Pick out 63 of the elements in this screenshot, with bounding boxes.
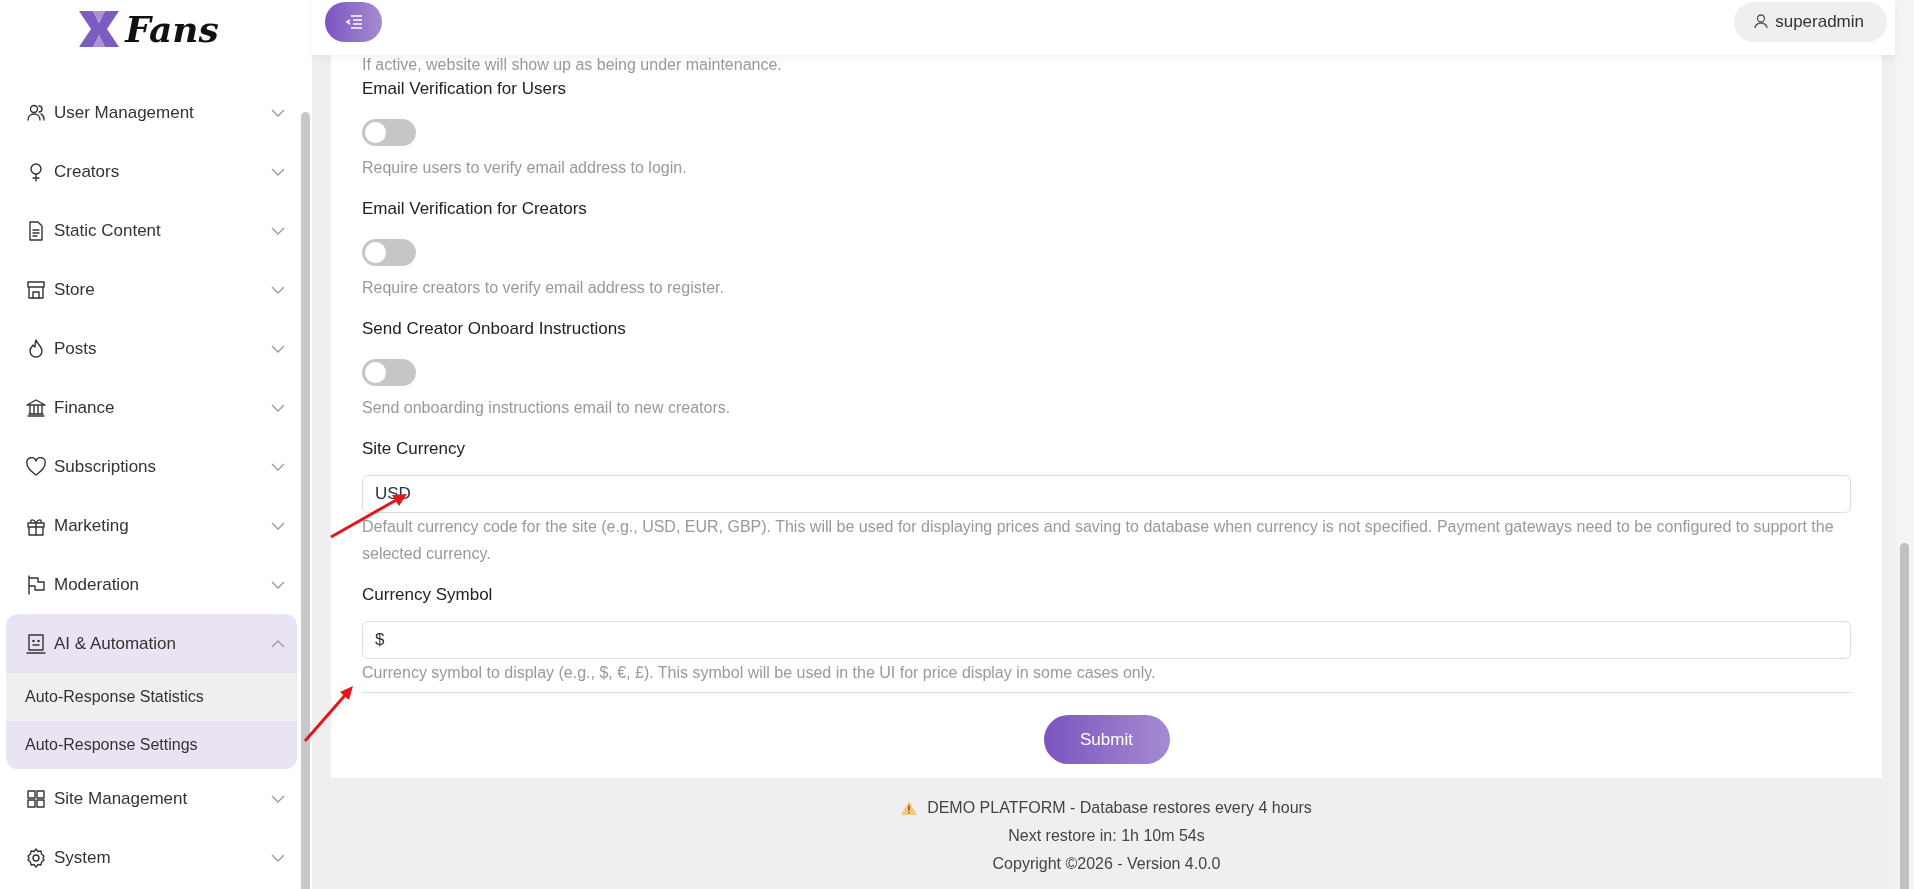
- sidebar-item[interactable]: Marketing: [6, 496, 297, 555]
- robot-icon: [26, 633, 46, 654]
- toggle-switch[interactable]: [362, 359, 416, 386]
- sidebar-item[interactable]: User Management: [6, 83, 297, 142]
- restore-countdown: Next restore in: 1h 10m 54s: [1008, 827, 1205, 845]
- sidebar-item[interactable]: Store: [6, 260, 297, 319]
- sidebar-item[interactable]: Moderation: [6, 555, 297, 614]
- warning-icon: [901, 801, 918, 815]
- help-text: Require creators to verify email address to register.: [362, 278, 725, 298]
- sidebar-item[interactable]: Posts: [6, 319, 297, 378]
- chevron-icon: [271, 108, 285, 117]
- sidebar-item[interactable]: Site Management: [6, 769, 297, 828]
- field-label: Email Verification for Creators: [362, 199, 588, 220]
- chevron-icon: [271, 521, 285, 530]
- chevron-icon: [271, 403, 285, 412]
- user-icon: [1754, 14, 1769, 29]
- chevron-icon: [271, 167, 285, 176]
- help-text: If active, website will show up as being under maintenance.: [362, 55, 783, 75]
- flag-icon: [26, 574, 46, 595]
- help-text: Require users to verify email address to login.: [362, 158, 688, 178]
- flame-icon: [26, 338, 46, 359]
- chevron-icon: [271, 580, 285, 589]
- chevron-icon: [271, 639, 285, 648]
- chevron-icon: [271, 462, 285, 471]
- help-text: Default currency code for the site (e.g., USD, EUR, GBP). This will be used for displaying prices and saving to database when currency is not specified. Payment gateways need to be configured to support the selected currency.: [362, 517, 1835, 564]
- sidebar-subitem[interactable]: Auto-Response Statistics: [6, 673, 297, 721]
- user-menu-button[interactable]: superadmin: [1734, 1, 1887, 42]
- chevron-icon: [271, 344, 285, 353]
- chevron-icon: [271, 285, 285, 294]
- scrollbar[interactable]: [1895, 0, 1914, 889]
- field-label: Site Currency: [362, 439, 466, 460]
- sidebar-item[interactable]: Static Content: [6, 201, 297, 260]
- input-field[interactable]: $: [362, 621, 1851, 659]
- sidebar-item[interactable]: Subscriptions: [6, 437, 297, 496]
- sidebar-item[interactable]: Finance: [6, 378, 297, 437]
- toggle-switch[interactable]: [362, 119, 416, 146]
- sidebar-item[interactable]: AI & Automation: [6, 614, 297, 673]
- logo-mark-icon: [77, 9, 122, 49]
- submit-button[interactable]: Submit: [1043, 715, 1170, 764]
- help-text: Currency symbol to display (e.g., $, €, £). This symbol will be used in the UI for price display in some cases only.: [362, 663, 1157, 683]
- store-icon: [26, 279, 46, 300]
- chevron-icon: [271, 226, 285, 235]
- toggle-switch[interactable]: [362, 239, 416, 266]
- file-icon: [26, 220, 46, 241]
- chevron-icon: [271, 853, 285, 862]
- users-icon: [26, 102, 46, 123]
- chevron-icon: [271, 794, 285, 803]
- field-label: Currency Symbol: [362, 585, 494, 606]
- demo-notice: DEMO PLATFORM - Database restores every 4 hours: [927, 799, 1312, 817]
- grid-icon: [26, 788, 46, 809]
- menu-toggle-button[interactable]: [325, 1, 382, 42]
- field-label: Email Verification for Users: [362, 79, 568, 100]
- help-text: Send onboarding instructions email to new creators.: [362, 398, 732, 418]
- annotation-arrow: [303, 686, 353, 742]
- logo-text: Fans: [125, 8, 219, 50]
- copyright-text: Copyright ©2026 - Version 4.0.0: [992, 855, 1221, 873]
- gear-icon: [26, 847, 46, 868]
- sidebar-item[interactable]: System: [6, 828, 297, 887]
- field-label: Send Creator Onboard Instructions: [362, 319, 627, 340]
- menu-icon: [344, 14, 363, 29]
- bank-icon: [26, 397, 46, 418]
- sidebar-item[interactable]: Creators: [6, 142, 297, 201]
- heart-icon: [26, 456, 46, 477]
